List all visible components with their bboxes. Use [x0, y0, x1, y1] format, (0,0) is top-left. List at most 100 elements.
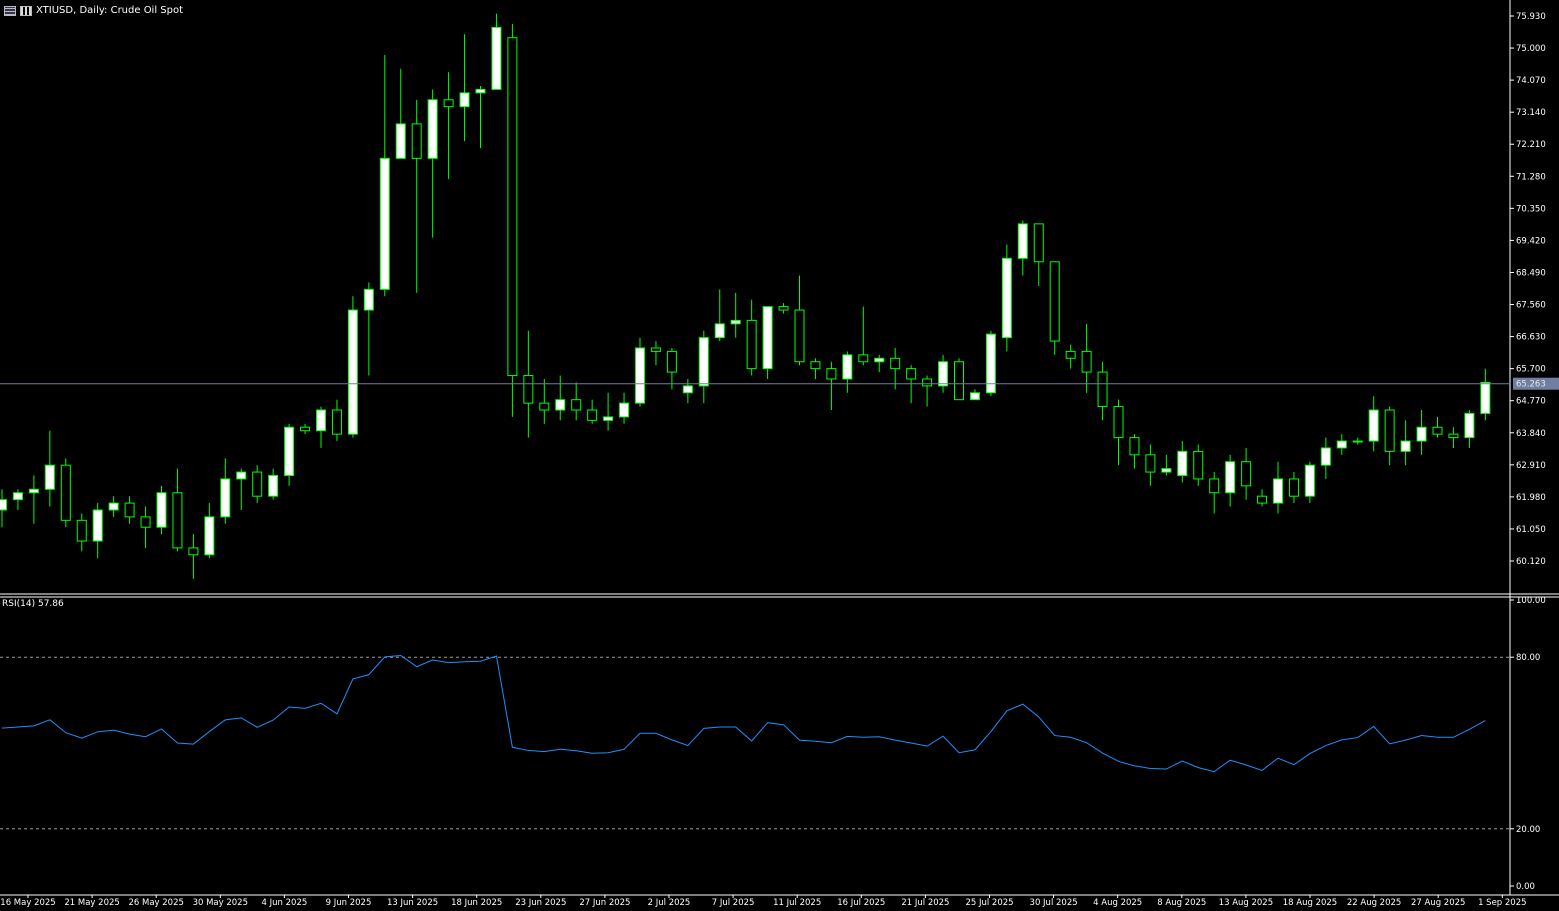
- up-candle: [316, 409, 326, 432]
- time-tick-label: 9 Jun 2025: [326, 898, 372, 908]
- up-candle: [92, 509, 103, 542]
- up-candle: [874, 357, 885, 363]
- price-tick-label: 75.000: [1516, 44, 1546, 54]
- down-candle: [523, 375, 534, 404]
- up-candle: [603, 416, 614, 421]
- up-candle: [1480, 381, 1491, 414]
- up-candle: [363, 288, 374, 311]
- price-tick-label: 68.490: [1516, 268, 1546, 278]
- down-candle: [1081, 350, 1092, 373]
- time-tick-label: 7 Jul 2025: [712, 898, 755, 908]
- rsi-line: [1, 654, 1486, 773]
- up-candle: [842, 354, 853, 380]
- chart-bars-icon[interactable]: [20, 5, 32, 16]
- up-candle: [395, 123, 406, 159]
- time-tick-label: 26 May 2025: [128, 898, 183, 908]
- down-candle: [1049, 261, 1060, 342]
- down-candle: [1384, 409, 1395, 452]
- time-tick-label: 4 Aug 2025: [1093, 898, 1142, 908]
- up-candle: [682, 385, 693, 394]
- up-candle: [1368, 409, 1379, 442]
- down-candle: [1129, 437, 1140, 456]
- price-tick-label: 74.070: [1516, 76, 1546, 86]
- time-tick-label: 18 Aug 2025: [1283, 898, 1337, 908]
- price-tick-label: 60.120: [1516, 557, 1546, 567]
- up-candle: [475, 88, 486, 94]
- price-tick-label: 69.420: [1516, 236, 1546, 246]
- down-candle: [411, 123, 422, 159]
- price-tick-label: 66.630: [1516, 333, 1546, 343]
- up-candle: [1273, 478, 1283, 504]
- price-tick-label: 61.980: [1516, 493, 1546, 503]
- price-and-rsi-chart[interactable]: 75.930 75.000 74.070 73.140 72.210 71.280 70.3…: [0, 0, 1559, 911]
- up-candle: [938, 361, 949, 387]
- up-candle: [1400, 440, 1411, 452]
- price-tick-label: 72.210: [1516, 140, 1546, 150]
- down-candle: [252, 471, 263, 497]
- time-tick-label: 8 Aug 2025: [1157, 898, 1206, 908]
- time-tick-label: 30 Jul 2025: [1030, 898, 1078, 908]
- up-candle: [635, 347, 645, 404]
- down-candle: [1145, 454, 1156, 473]
- time-tick-label: 16 May 2025: [0, 898, 55, 908]
- up-candle: [268, 475, 279, 497]
- candles-layer: [0, 13, 1491, 579]
- price-tick-label: 63.840: [1516, 429, 1546, 439]
- up-candle: [1336, 440, 1347, 449]
- up-candle: [28, 488, 39, 494]
- price-tick-label: 67.560: [1516, 301, 1546, 311]
- time-tick-label: 2 Jul 2025: [648, 898, 691, 908]
- time-tick-label: 16 Jul 2025: [837, 898, 885, 908]
- down-candle: [1448, 433, 1459, 439]
- up-candle: [12, 492, 23, 501]
- down-candle: [188, 547, 199, 556]
- price-tick-label: 75.930: [1516, 12, 1546, 22]
- down-candle: [1288, 478, 1299, 497]
- time-tick-label: 13 Aug 2025: [1219, 898, 1273, 908]
- down-candle: [1097, 371, 1108, 408]
- time-tick-label: 30 May 2025: [193, 898, 248, 908]
- up-candle: [1177, 450, 1188, 477]
- rsi-tick-label: 0.00: [1516, 882, 1535, 892]
- down-candle: [794, 309, 805, 363]
- down-candle: [1241, 461, 1252, 487]
- up-candle: [284, 426, 295, 477]
- up-candle: [236, 471, 247, 480]
- down-candle: [507, 37, 518, 377]
- down-candle: [890, 357, 901, 370]
- up-candle: [730, 319, 741, 325]
- time-tick-label: 13 Jun 2025: [387, 898, 438, 908]
- down-candle: [826, 368, 837, 380]
- rsi-tick-label: 80.00: [1516, 653, 1540, 663]
- chart-grid-icon[interactable]: [4, 5, 16, 16]
- down-candle: [140, 516, 151, 528]
- up-candle: [1161, 468, 1172, 473]
- price-tick-label: 71.280: [1516, 172, 1546, 182]
- up-candle: [762, 306, 773, 370]
- down-candle: [1113, 406, 1124, 439]
- price-tick-label: 62.910: [1516, 461, 1546, 471]
- down-candle: [300, 426, 311, 432]
- rsi-value: 57.86: [37, 599, 64, 609]
- time-tick-label: 27 Jun 2025: [579, 898, 630, 908]
- rsi-tick-label: 100.00: [1516, 596, 1546, 606]
- up-candle: [1464, 412, 1475, 439]
- up-candle: [347, 309, 358, 435]
- down-candle: [443, 99, 454, 108]
- down-candle: [76, 519, 87, 542]
- time-tick-label: 21 Jul 2025: [901, 898, 949, 908]
- down-candle: [1257, 495, 1268, 504]
- up-candle: [108, 502, 119, 511]
- up-candle: [1304, 464, 1315, 497]
- price-tick-label: 64.770: [1516, 397, 1546, 407]
- down-candle: [60, 464, 71, 521]
- time-tick-label: 23 Jun 2025: [515, 898, 566, 908]
- down-candle: [571, 399, 582, 411]
- down-candle: [778, 306, 789, 311]
- up-candle: [156, 492, 167, 528]
- current-price-label: 65.263: [1516, 380, 1546, 390]
- down-candle: [331, 409, 342, 435]
- down-candle: [954, 361, 964, 401]
- up-candle: [459, 92, 470, 108]
- up-candle: [1320, 447, 1331, 466]
